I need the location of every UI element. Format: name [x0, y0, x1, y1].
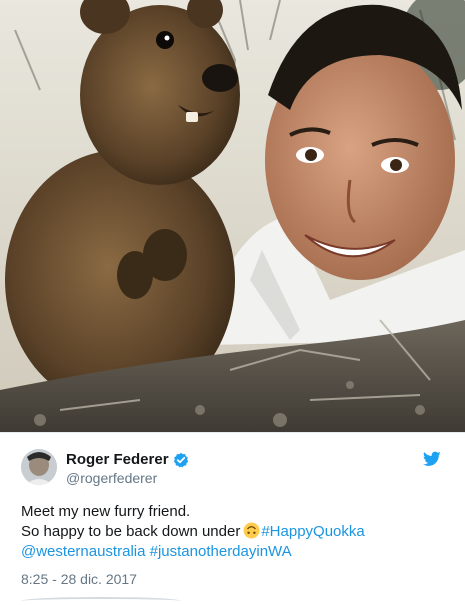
hashtag-link[interactable]: #HappyQuokka	[261, 523, 364, 540]
tweet-text-line-1: Meet my new furry friend.	[21, 503, 191, 520]
tweet-text-line-3: @westernaustralia #justanotherdayinWA	[21, 542, 451, 562]
mention-link[interactable]: @westernaustralia	[21, 543, 145, 560]
tweet-text: Meet my new furry friend. So happy to be…	[21, 502, 451, 562]
footer-divider	[21, 597, 181, 605]
tweet-text-segment: So happy to be back down under	[21, 523, 241, 540]
quokka-selfie-image	[0, 0, 465, 432]
display-name[interactable]: Roger Federer	[66, 451, 169, 468]
twitter-bird-icon[interactable]	[422, 451, 441, 467]
tweet-timestamp[interactable]: 8:25 - 28 dic. 2017	[21, 571, 137, 587]
tweet-photo[interactable]	[0, 0, 465, 432]
upside-down-face-emoji-icon	[243, 522, 260, 539]
tweet-text-line-2: So happy to be back down under #HappyQuok…	[21, 522, 451, 542]
user-handle[interactable]: @rogerfederer	[66, 470, 189, 486]
tweet-header: Roger Federer @rogerfederer	[21, 449, 445, 489]
verified-badge-icon	[173, 452, 189, 468]
avatar[interactable]	[21, 449, 57, 485]
hashtag-link[interactable]: #justanotherdayinWA	[150, 543, 292, 560]
tweet-card: Roger Federer @rogerfederer Meet my new …	[0, 432, 465, 601]
